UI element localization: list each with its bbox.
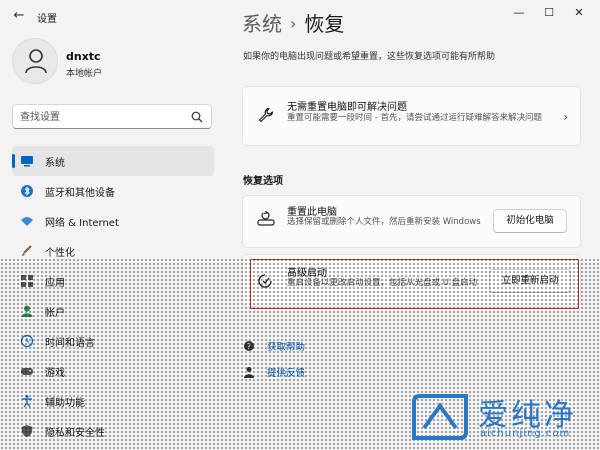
- bluetooth-icon: [21, 185, 33, 197]
- breadcrumb-separator: ›: [290, 14, 297, 33]
- sidebar-item-system[interactable]: 系统: [12, 146, 214, 176]
- sidebar-nav: 系统 蓝牙和其他设备 网络 & Internet 个性化 应用 帐户 时间和语言…: [12, 146, 214, 446]
- wrench-icon: [258, 107, 274, 123]
- sidebar-item-label: 系统: [45, 158, 65, 169]
- give-feedback-link[interactable]: 提供反馈: [243, 364, 363, 380]
- troubleshoot-description: 重置可能需要一段时间 - 首先，请尝试通过运行疑难解答来解决问题: [287, 113, 542, 123]
- svg-text:?: ?: [247, 342, 251, 351]
- sidebar-item-label: 游戏: [45, 368, 65, 379]
- wifi-icon: [21, 217, 33, 226]
- chevron-right-icon: ›: [563, 110, 568, 124]
- search-icon[interactable]: [191, 111, 203, 123]
- search-box[interactable]: [12, 104, 212, 129]
- reset-pc-card: 重置此电脑 选择保留或删除个人文件，然后重新安装 Windows 初始化电脑: [242, 195, 581, 248]
- avatar[interactable]: [12, 38, 58, 84]
- get-help-label[interactable]: 获取帮助: [267, 339, 305, 353]
- restart-now-button[interactable]: 立即重新启动: [489, 269, 571, 293]
- page-title: 恢复: [304, 12, 345, 36]
- troubleshoot-title: 无需重置电脑即可解决问题: [287, 102, 407, 113]
- gamepad-icon: [21, 368, 33, 375]
- watermark: 爱纯净 aichunjing.com: [408, 388, 596, 446]
- watermark-logo-icon: [412, 394, 468, 440]
- shield-icon: [21, 425, 33, 437]
- back-arrow-icon[interactable]: ←: [10, 7, 28, 25]
- sidebar-item-apps[interactable]: 应用: [12, 266, 214, 296]
- troubleshoot-card[interactable]: 无需重置电脑即可解决问题 重置可能需要一段时间 - 首先，请尝试通过运行疑难解答…: [242, 86, 581, 146]
- sidebar-item-time-language[interactable]: 时间和语言: [12, 326, 214, 356]
- brush-icon: [22, 245, 32, 256]
- minimize-icon[interactable]: —: [505, 3, 533, 23]
- sidebar-item-privacy[interactable]: 隐私和安全性: [12, 416, 214, 446]
- sidebar-item-network[interactable]: 网络 & Internet: [12, 206, 214, 236]
- person-icon: [25, 49, 47, 74]
- maximize-icon[interactable]: ☐: [535, 3, 563, 23]
- sidebar-item-accessibility[interactable]: 辅助功能: [12, 386, 214, 416]
- search-input[interactable]: [20, 109, 180, 125]
- breadcrumb-parent[interactable]: 系统: [242, 12, 282, 36]
- watermark-url: aichunjing.com: [480, 428, 571, 439]
- reset-pc-description: 选择保留或删除个人文件，然后重新安装 Windows: [287, 217, 481, 227]
- user-name: dnxtc: [66, 50, 101, 63]
- sidebar-item-label: 时间和语言: [45, 338, 95, 349]
- breadcrumb: 系统 › 恢复: [242, 8, 344, 37]
- close-icon[interactable]: ✕: [565, 3, 593, 23]
- sidebar-item-gaming[interactable]: 游戏: [12, 356, 214, 386]
- feedback-icon: [244, 367, 254, 378]
- page-description: 如果你的电脑出现问题或希望重置，这些恢复选项可能有所帮助: [243, 52, 496, 62]
- sidebar-item-personalization[interactable]: 个性化: [12, 236, 214, 266]
- apps-icon: [21, 275, 33, 287]
- sidebar-item-accounts[interactable]: 帐户: [12, 296, 214, 326]
- recovery-section-title: 恢复选项: [243, 176, 283, 187]
- sidebar-item-label: 网络 & Internet: [45, 218, 119, 229]
- sidebar-item-label: 应用: [45, 278, 65, 289]
- advanced-startup-card: 高级启动 重启设备以更改启动设置，包括从光盘或 U 盘启动 立即重新启动: [242, 254, 581, 307]
- advanced-startup-icon: [258, 274, 272, 288]
- reset-pc-icon: [257, 211, 275, 226]
- sidebar-item-label: 辅助功能: [45, 398, 85, 409]
- sidebar-item-bluetooth[interactable]: 蓝牙和其他设备: [12, 176, 214, 206]
- sidebar-item-label: 蓝牙和其他设备: [45, 188, 115, 199]
- accessibility-icon: [22, 395, 32, 408]
- advanced-startup-description: 重启设备以更改启动设置，包括从光盘或 U 盘启动: [287, 278, 478, 288]
- reset-pc-button[interactable]: 初始化电脑: [493, 209, 567, 233]
- person-icon: [21, 305, 33, 317]
- get-help-link[interactable]: ? 获取帮助: [243, 338, 363, 354]
- sidebar-item-label: 隐私和安全性: [45, 428, 105, 439]
- help-icon: ?: [244, 341, 254, 351]
- globe-clock-icon: [20, 334, 34, 348]
- give-feedback-label[interactable]: 提供反馈: [267, 365, 305, 379]
- sidebar-item-label: 个性化: [45, 248, 75, 259]
- sidebar-item-label: 帐户: [45, 308, 65, 319]
- monitor-icon: [21, 156, 33, 167]
- app-title: 设置: [37, 14, 57, 25]
- account-type: 本地帐户: [66, 69, 103, 79]
